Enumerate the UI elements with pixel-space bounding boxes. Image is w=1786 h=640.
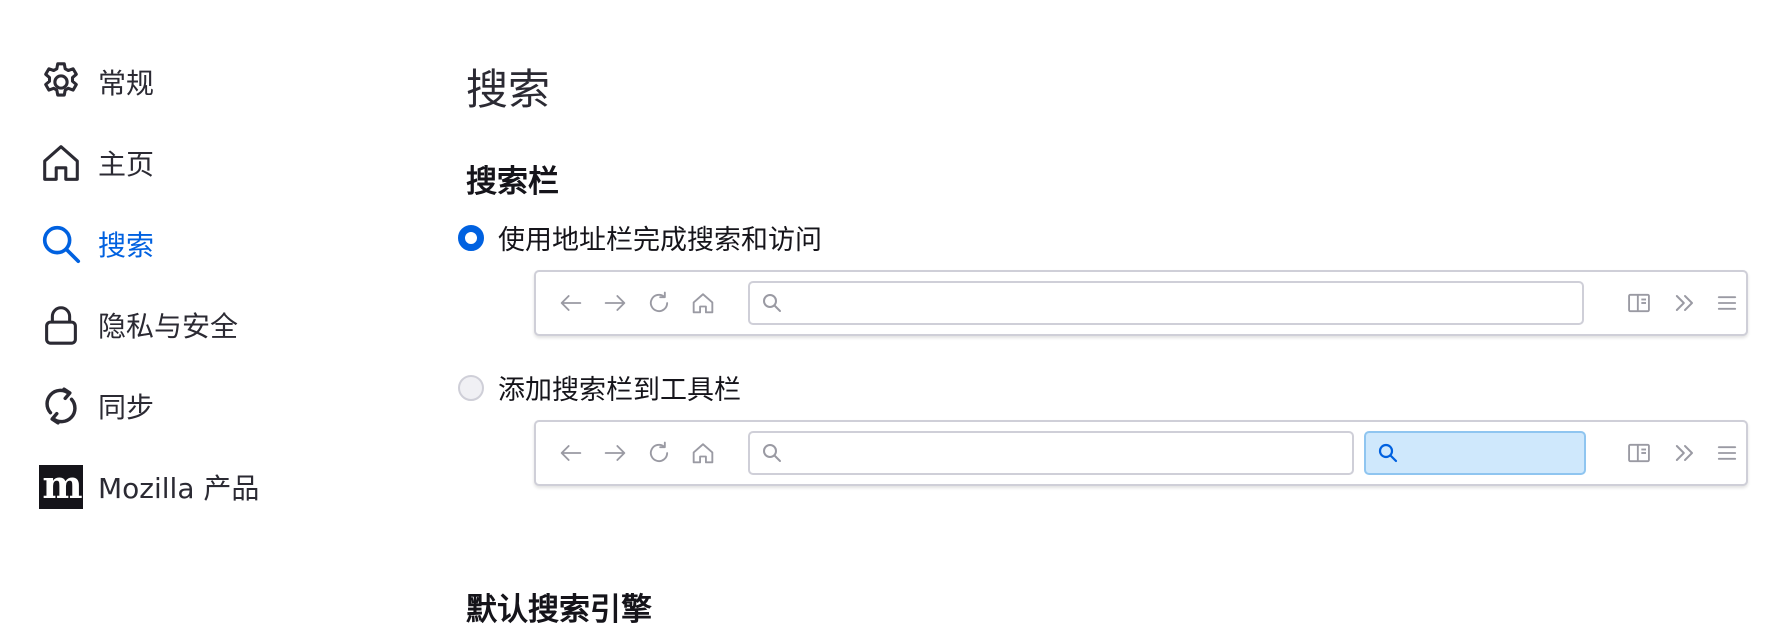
overflow-icon [1668, 286, 1702, 320]
sidebar-item-label: 主页 [98, 148, 155, 181]
reload-icon [642, 436, 676, 470]
sidebar-item-label: 常规 [98, 67, 155, 100]
radio-add-search-bar[interactable]: 添加搜索栏到工具栏 [458, 368, 741, 407]
menu-icon [1710, 436, 1744, 470]
home-icon [38, 140, 84, 186]
radio-label: 添加搜索栏到工具栏 [498, 375, 741, 406]
search-icon [763, 294, 781, 312]
sidebar-icon [1622, 286, 1656, 320]
search-bar-section-title: 搜索栏 [466, 164, 559, 200]
search-icon [38, 221, 84, 267]
menu-icon [1710, 286, 1744, 320]
sidebar-item-label: Mozilla 产品 [98, 472, 260, 505]
reload-icon [642, 286, 676, 320]
search-icon [1378, 443, 1398, 463]
address-bar-preview [748, 431, 1354, 475]
home-icon [686, 286, 720, 320]
sidebar-item-sync[interactable]: 同步 [38, 376, 154, 436]
home-icon [686, 436, 720, 470]
forward-icon [598, 286, 632, 320]
sidebar-item-label: 同步 [98, 391, 155, 424]
sidebar-icon [1622, 436, 1656, 470]
lock-icon [38, 302, 84, 348]
radio-button[interactable] [458, 374, 484, 401]
toolbar-preview-address-bar [534, 270, 1748, 336]
sidebar-item-privacy[interactable]: 隐私与安全 [38, 295, 238, 355]
sidebar-item-mozilla-products[interactable]: m Mozilla 产品 [38, 457, 259, 517]
toolbar-preview-search-bar [534, 420, 1748, 486]
address-bar-preview [748, 281, 1584, 325]
page-title: 搜索 [466, 65, 551, 114]
gear-icon [38, 59, 84, 105]
search-bar-preview [1364, 431, 1586, 475]
sidebar-item-label: 隐私与安全 [98, 310, 239, 343]
sidebar: 常规 主页 搜索 隐私与安全 同步 m Mozilla 产品 [0, 0, 400, 640]
overflow-icon [1668, 436, 1702, 470]
mozilla-logo-icon: m [38, 464, 84, 510]
main-content: 搜索 搜索栏 使用地址栏完成搜索和访问 添加搜索栏到工具栏 默认搜索引擎 [458, 0, 1756, 640]
forward-icon [598, 436, 632, 470]
search-icon [763, 444, 781, 462]
default-engine-section-title: 默认搜索引擎 [466, 592, 652, 628]
sidebar-item-general[interactable]: 常规 [38, 52, 154, 112]
sidebar-item-label: 搜索 [98, 229, 155, 262]
sidebar-item-home[interactable]: 主页 [38, 133, 154, 193]
sync-icon [38, 383, 84, 429]
radio-label: 使用地址栏完成搜索和访问 [498, 225, 822, 256]
back-icon [554, 436, 588, 470]
back-icon [554, 286, 588, 320]
radio-button[interactable] [458, 224, 484, 251]
radio-use-address-bar[interactable]: 使用地址栏完成搜索和访问 [458, 218, 822, 257]
preferences-page: 常规 主页 搜索 隐私与安全 同步 m Mozilla 产品 搜索 搜索栏 使用… [0, 0, 1786, 640]
sidebar-item-search[interactable]: 搜索 [38, 214, 154, 274]
